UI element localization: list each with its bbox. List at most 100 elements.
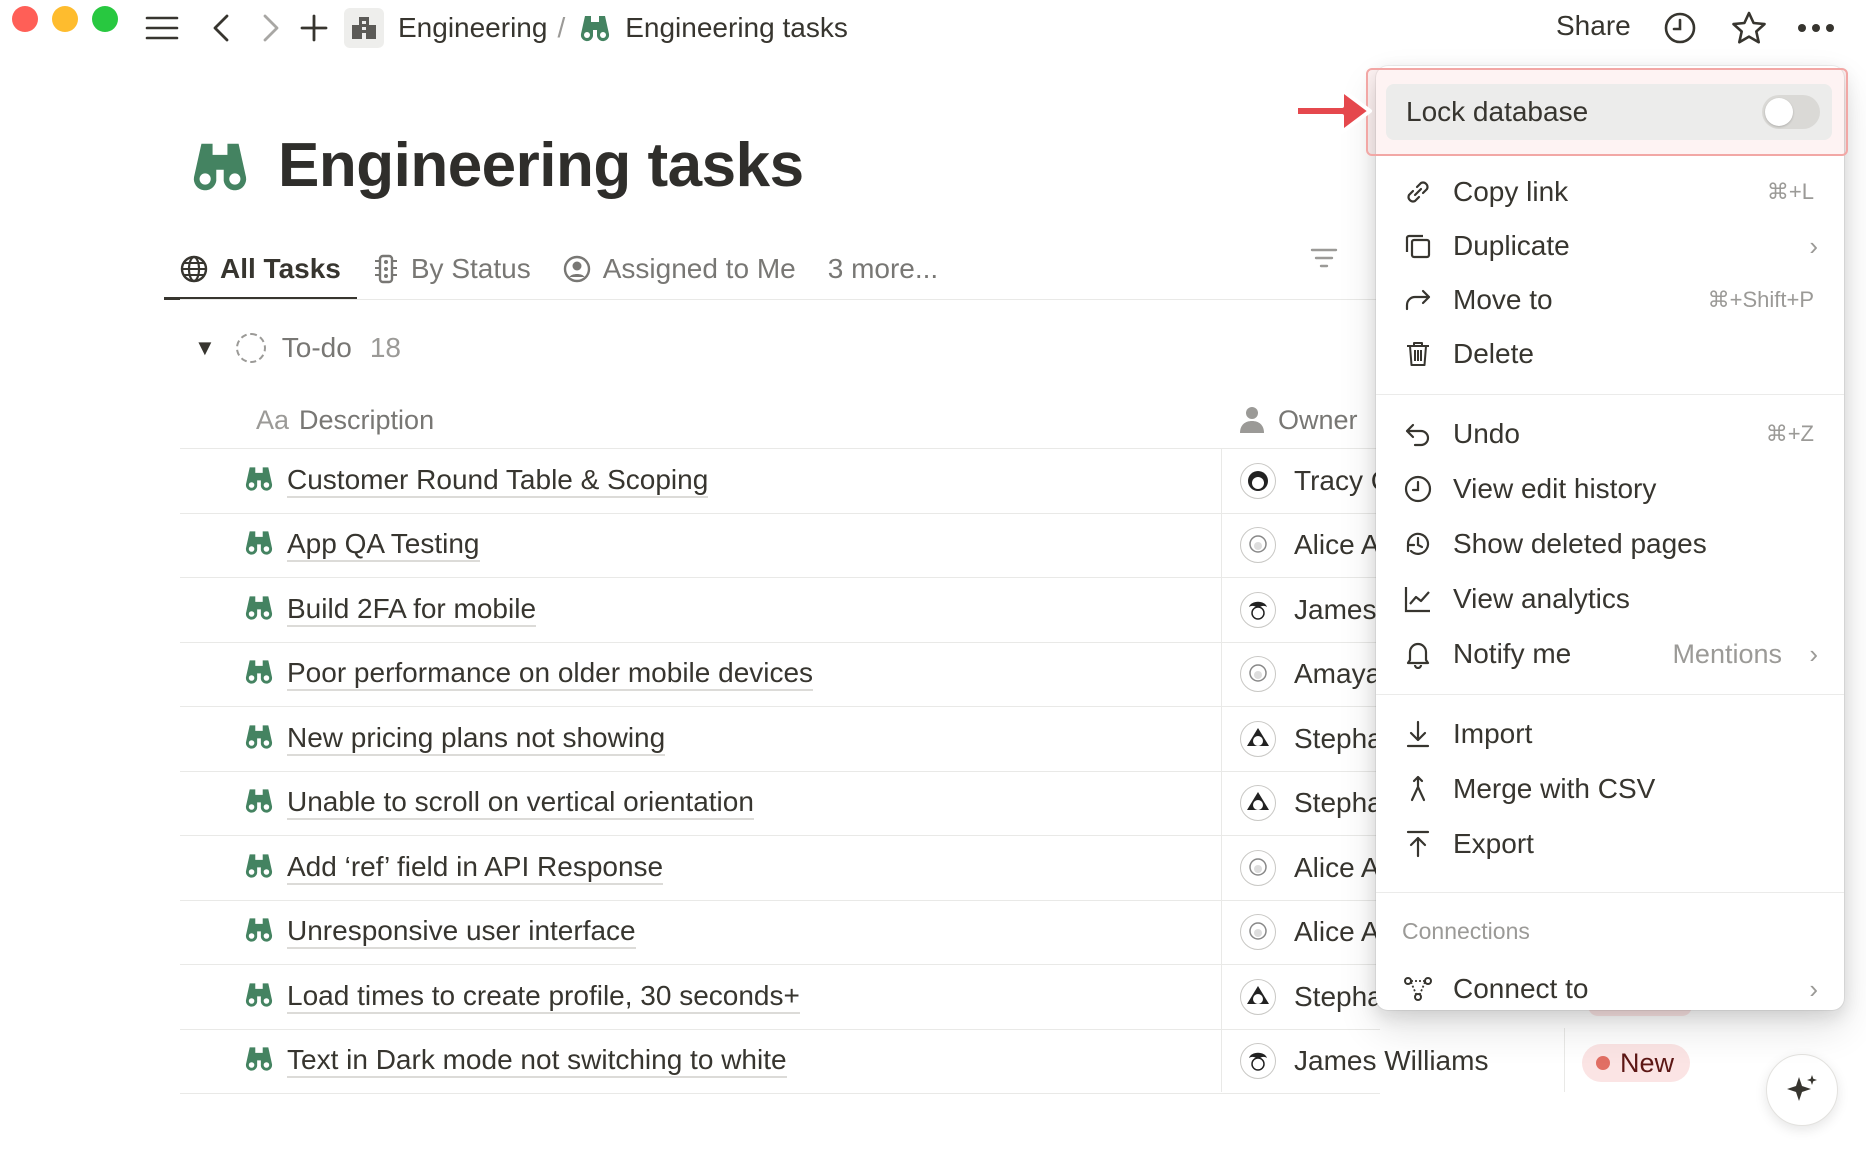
menu-item-label: Show deleted pages (1453, 528, 1707, 559)
restore-icon (1402, 528, 1434, 560)
zoom-window-button[interactable] (92, 6, 118, 32)
collapse-caret-icon[interactable]: ▼ (194, 335, 216, 361)
share-button[interactable]: Share (1556, 10, 1631, 42)
lock-database-toggle[interactable] (1762, 95, 1820, 129)
task-title[interactable]: Unable to scroll on vertical orientation (287, 786, 754, 821)
tab-label: All Tasks (220, 253, 341, 284)
owner-cell[interactable]: Alice A (1240, 914, 1380, 951)
owner-cell[interactable]: Stepha (1240, 978, 1383, 1015)
task-title[interactable]: Text in Dark mode not switching to white (287, 1044, 787, 1079)
binoculars-icon[interactable] (190, 140, 250, 192)
menu-item-move-to[interactable]: Move to ⌘+Shift+P (1376, 274, 1844, 326)
avatar (1240, 591, 1276, 628)
user-circle-icon (563, 255, 590, 283)
table-row[interactable]: New pricing plans not showing Stepha (180, 707, 1383, 772)
menu-item-label: Connect to (1453, 973, 1589, 1004)
owner-cell[interactable]: James Williams (1240, 1043, 1488, 1080)
group-header-todo[interactable]: ▼ To-do 18 (194, 332, 401, 364)
binoculars-icon (244, 594, 274, 625)
binoculars-icon (244, 723, 274, 754)
menu-item-copy-link[interactable]: Copy link ⌘+L (1376, 166, 1844, 218)
task-title[interactable]: Load times to create profile, 30 seconds… (287, 980, 800, 1014)
ai-assistant-button[interactable] (1766, 1054, 1838, 1126)
forward-arrow-icon[interactable] (256, 8, 286, 48)
breadcrumb-parent[interactable]: Engineering (398, 12, 547, 44)
owner-cell[interactable]: Alice A (1240, 527, 1380, 564)
tab-more-views[interactable]: 3 more... (828, 238, 938, 300)
column-divider (1221, 449, 1222, 1092)
export-icon (1402, 828, 1434, 860)
table-row[interactable]: Text in Dark mode not switching to white… (180, 1030, 1488, 1094)
page-title[interactable]: Engineering tasks (278, 130, 804, 201)
menu-item-duplicate[interactable]: Duplicate › (1376, 220, 1844, 272)
menu-item-export[interactable]: Export (1376, 818, 1844, 870)
close-window-button[interactable] (12, 6, 38, 32)
status-badge[interactable]: New (1582, 1044, 1691, 1082)
table-row[interactable]: Unresponsive user interface Alice A (180, 901, 1380, 965)
filter-icon[interactable] (1310, 246, 1338, 275)
binoculars-icon (244, 530, 274, 561)
star-icon[interactable] (1730, 8, 1768, 48)
menu-item-delete[interactable]: Delete (1376, 328, 1844, 380)
owner-cell[interactable]: Amaya (1240, 656, 1381, 693)
globe-icon (180, 255, 208, 283)
chart-icon (1402, 583, 1434, 615)
minimize-window-button[interactable] (52, 6, 78, 32)
new-page-plus-icon[interactable] (298, 8, 330, 48)
menu-item-import[interactable]: Import (1376, 708, 1844, 760)
breadcrumb-separator: / (557, 12, 566, 43)
task-title[interactable]: Build 2FA for mobile (287, 593, 537, 627)
lock-database-row[interactable]: Lock database (1386, 84, 1832, 140)
avatar (1240, 849, 1276, 886)
import-icon (1402, 718, 1434, 750)
shortcut-hint: ⌘+L (1766, 179, 1814, 204)
binoculars-icon (244, 659, 274, 690)
column-header-owner[interactable]: Owner (1238, 392, 1358, 448)
clock-icon[interactable] (1662, 8, 1698, 48)
owner-cell[interactable]: Alice A (1240, 849, 1380, 886)
table-row[interactable]: App QA Testing Alice A (180, 514, 1380, 578)
binoculars-icon (244, 465, 274, 496)
chevron-right-icon: › (1809, 230, 1818, 261)
task-title[interactable]: Unresponsive user interface (287, 915, 636, 950)
view-tabs: All Tasks By Status Assigned to Me 3 mor… (164, 238, 970, 300)
menu-item-view-analytics[interactable]: View analytics (1376, 573, 1844, 625)
owner-name: Alice A (1294, 529, 1380, 561)
tab-by-status[interactable]: By Status (373, 238, 531, 300)
menu-item-view-edit-history[interactable]: View edit history (1376, 463, 1844, 515)
binoculars-icon (244, 981, 274, 1012)
lock-database-label: Lock database (1406, 96, 1589, 127)
menu-item-show-deleted-pages[interactable]: Show deleted pages (1376, 518, 1844, 570)
tab-assigned-to-me[interactable]: Assigned to Me (563, 238, 796, 300)
owner-name: James (1294, 593, 1377, 625)
table-row[interactable]: Customer Round Table & Scoping Tracy C (180, 449, 1391, 514)
owner-cell[interactable]: Tracy C (1240, 462, 1391, 499)
menu-item-connect-to[interactable]: Connect to › (1376, 963, 1844, 1015)
owner-name: Stepha (1294, 980, 1383, 1012)
task-title[interactable]: New pricing plans not showing (287, 722, 666, 756)
tab-all-tasks[interactable]: All Tasks (164, 238, 357, 300)
table-row[interactable]: Load times to create profile, 30 seconds… (180, 965, 1383, 1030)
table-row[interactable]: Poor performance on older mobile devices… (180, 643, 1381, 707)
breadcrumb-current[interactable]: Engineering tasks (625, 12, 848, 44)
menu-item-merge-with-csv[interactable]: Merge with CSV (1376, 763, 1844, 815)
table-row[interactable]: Unable to scroll on vertical orientation… (180, 772, 1383, 836)
table-row[interactable]: Add ‘ref’ field in API Response Alice A (180, 836, 1380, 901)
table-row[interactable]: Build 2FA for mobile James (180, 578, 1380, 643)
undo-icon (1402, 418, 1434, 450)
column-header-description[interactable]: Aa Description (256, 392, 434, 448)
owner-cell[interactable]: Stepha (1240, 720, 1383, 757)
more-options-icon[interactable] (1796, 8, 1836, 48)
task-title[interactable]: App QA Testing (287, 528, 480, 563)
owner-cell[interactable]: Stepha (1240, 785, 1383, 822)
owner-name: Alice A (1294, 851, 1380, 883)
avatar (1240, 978, 1276, 1015)
task-title[interactable]: Poor performance on older mobile devices (287, 657, 814, 692)
back-arrow-icon[interactable] (206, 8, 236, 48)
task-title[interactable]: Add ‘ref’ field in API Response (287, 851, 664, 885)
sidebar-menu-icon[interactable] (142, 8, 182, 48)
menu-item-undo[interactable]: Undo ⌘+Z (1376, 408, 1844, 460)
task-title[interactable]: Customer Round Table & Scoping (287, 464, 709, 498)
menu-item-notify-me[interactable]: Notify me Mentions › (1376, 628, 1844, 680)
owner-cell[interactable]: James (1240, 591, 1377, 628)
